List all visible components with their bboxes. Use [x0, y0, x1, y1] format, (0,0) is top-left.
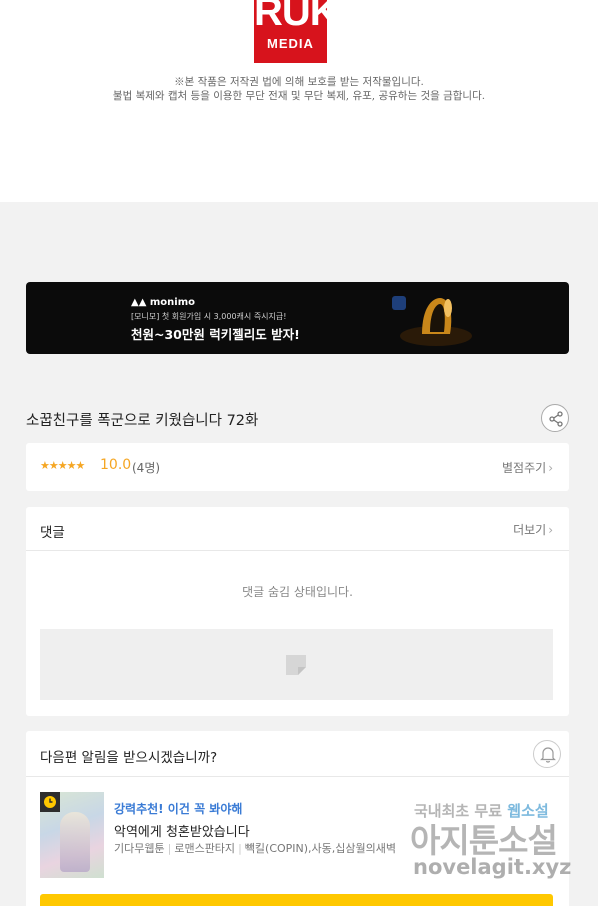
- comments-hidden-message: 댓글 숨김 상태입니다.: [242, 585, 353, 599]
- recommended-work-title[interactable]: 악역에게 청혼받았습니다: [114, 821, 250, 840]
- rate-button[interactable]: 별점주기 ›: [502, 459, 553, 476]
- ad-banner[interactable]: ▲▲ monimo [모니모] 첫 회원가입 시 3,000캐시 즉시지급! 천…: [26, 282, 569, 354]
- star-rating-icon: ★★★★★: [40, 459, 85, 472]
- banner-subtext: [모니모] 첫 회원가입 시 3,000캐시 즉시지급!: [131, 312, 287, 321]
- next-episode-alert-card: 다음편 알림을 받으시겠습니까? 강력추천! 이건 꼭 봐야해 악역에게 청혼받…: [26, 731, 569, 906]
- recommend-label: 강력추천! 이건 꼭 봐야해: [114, 802, 243, 816]
- comments-title: 댓글: [40, 525, 65, 541]
- chevron-right-icon: ›: [548, 523, 553, 537]
- logo-subtext: MEDIA: [267, 36, 314, 51]
- cover-figure: [60, 812, 90, 872]
- recommended-work-meta: 기다무웹툰 | 로맨스판타지 | 빽킬(COPIN),사동,십삼월의새벽: [114, 842, 397, 855]
- logo-text: RUK: [254, 0, 339, 34]
- notice-line-2: 불법 복제와 캡처 등을 이용한 무단 전재 및 무단 복제, 유포, 공유하는…: [112, 90, 486, 102]
- bell-icon: [540, 747, 556, 763]
- meta-category: 기다무웹툰: [114, 842, 165, 855]
- notification-bell-button[interactable]: [533, 740, 561, 768]
- episode-header: 소꿉친구를 폭군으로 키웠습니다 72화: [26, 404, 569, 432]
- ruk-media-logo: RUK MEDIA: [254, 0, 339, 63]
- alert-header: 다음편 알림을 받으시겠습니까?: [26, 731, 569, 777]
- wait-free-badge: [40, 792, 60, 812]
- comments-more-button[interactable]: 더보기 ›: [513, 521, 553, 538]
- recommended-work-thumbnail[interactable]: [40, 792, 104, 878]
- share-icon: [549, 411, 563, 427]
- clock-icon: [44, 796, 56, 808]
- rating-score: 10.0: [100, 457, 132, 473]
- meta-genre: 로맨스판타지: [174, 842, 236, 855]
- comments-card: 댓글 더보기 › 댓글 숨김 상태입니다.: [26, 507, 569, 716]
- rating-card: ★★★★★ 10.0 (4명) 별점주기 ›: [26, 443, 569, 491]
- meta-authors: 빽킬(COPIN),사동,십삼월의새벽: [244, 842, 397, 855]
- notice-line-1: ※본 작품은 저작권 법에 의해 보호를 받는 저작물입니다.: [174, 76, 424, 88]
- jelly-image: [392, 296, 472, 346]
- alert-subscribe-button[interactable]: [40, 894, 553, 906]
- monimo-logo-icon: ▲▲: [131, 297, 147, 308]
- copyright-notice: ※본 작품은 저작권 법에 의해 보호를 받는 저작물입니다. 불법 복제와 캡…: [0, 75, 598, 103]
- banner-headline: 천원~30만원 럭키젤리도 받자!: [131, 327, 300, 342]
- banner-brand: ▲▲ monimo: [131, 297, 196, 308]
- comments-header: 댓글 더보기 ›: [26, 507, 569, 551]
- alert-question: 다음편 알림을 받으시겠습니까?: [40, 750, 218, 766]
- episode-title: 소꿉친구를 폭군으로 키웠습니다 72화: [26, 413, 259, 429]
- share-button[interactable]: [541, 404, 569, 432]
- comment-placeholder-box: [40, 629, 553, 700]
- placeholder-icon: [286, 655, 306, 675]
- copyright-section: RUK MEDIA ※본 작품은 저작권 법에 의해 보호를 받는 저작물입니다…: [0, 0, 598, 202]
- chevron-right-icon: ›: [548, 461, 553, 475]
- rating-votes: (4명): [132, 461, 161, 475]
